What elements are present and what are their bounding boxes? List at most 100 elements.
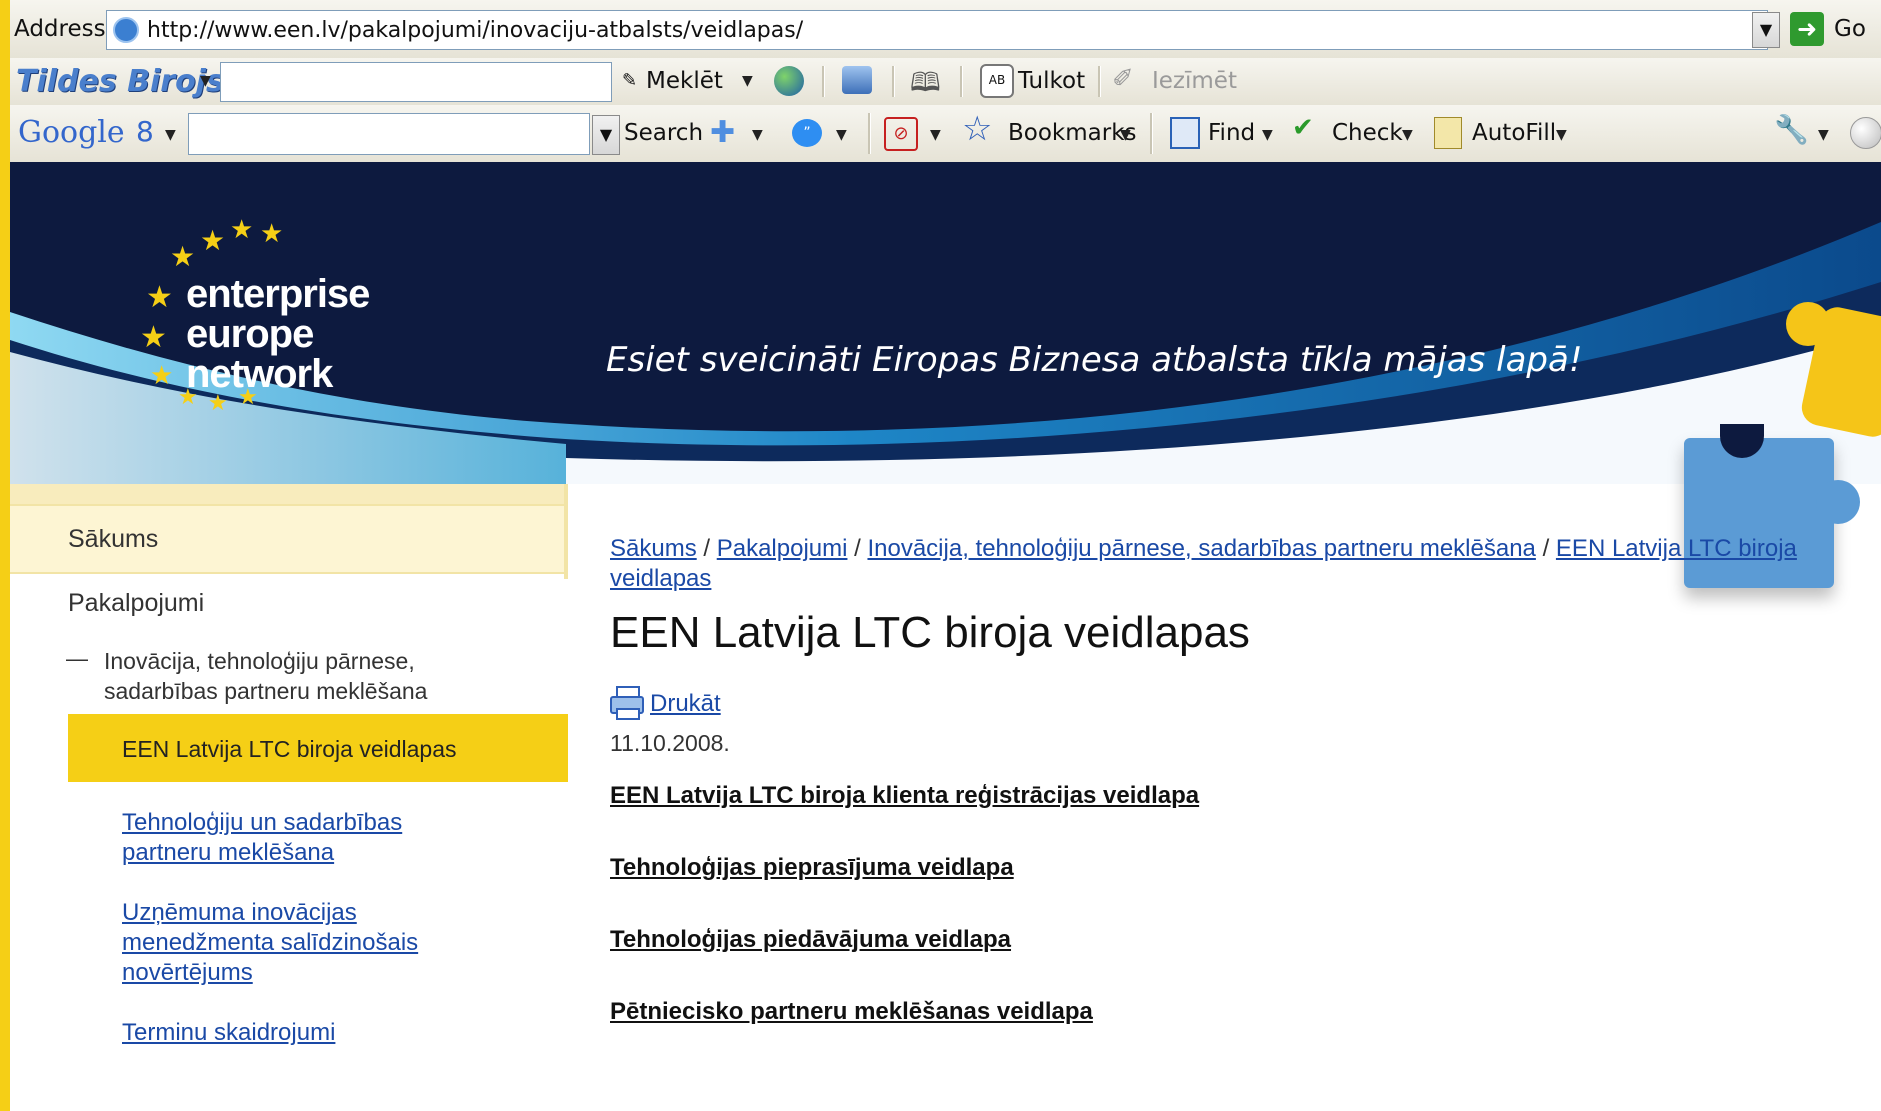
iezimet-button[interactable]: Iezīmēt bbox=[1152, 68, 1237, 94]
settings-circle-icon[interactable] bbox=[1850, 117, 1881, 149]
chevron-down-icon[interactable]: ▼ bbox=[742, 73, 753, 89]
nav-top-band bbox=[10, 484, 566, 504]
chevron-down-icon[interactable]: ▼ bbox=[1120, 127, 1131, 143]
een-logo[interactable]: ★ ★ ★ ★ ★ ★ ★ ★ ★ ★ enterprise europe ne… bbox=[130, 214, 440, 415]
nav-sub-terms[interactable]: Terminu skaidrojumi bbox=[122, 1018, 335, 1048]
eu-star-icon: ★ bbox=[146, 281, 173, 314]
tildes-logo[interactable]: Tildes Birojs bbox=[16, 64, 224, 99]
plus-icon[interactable]: ✚ bbox=[710, 115, 735, 150]
eu-star-icon: ★ bbox=[140, 321, 167, 354]
google-search-input[interactable] bbox=[188, 113, 590, 155]
chevron-down-icon[interactable]: ▼ bbox=[165, 127, 176, 143]
eu-star-icon: ★ bbox=[170, 241, 196, 272]
url-text: http://www.een.lv/pakalpojumi/inovaciju-… bbox=[147, 18, 804, 43]
chevron-down-icon[interactable]: ▼ bbox=[1556, 127, 1567, 143]
form-link-research-partner[interactable]: Pētniecisko partneru meklēšanas veidlapa bbox=[610, 998, 1093, 1026]
chevron-down-icon[interactable]: ▼ bbox=[1402, 127, 1413, 143]
chevron-down-icon[interactable]: ▼ bbox=[1818, 127, 1829, 143]
nav-sub-tech-search-1[interactable]: Tehnoloģiju un sadarbības bbox=[122, 808, 402, 838]
print-link[interactable]: Drukāt bbox=[650, 690, 721, 718]
breadcrumb-sep: / bbox=[854, 535, 861, 562]
nav-divider bbox=[564, 484, 568, 579]
go-arrow-icon[interactable]: ➜ bbox=[1790, 12, 1824, 46]
nav-active-label[interactable]: EEN Latvija LTC biroja veidlapas bbox=[122, 734, 457, 764]
address-label: Address bbox=[14, 16, 106, 42]
popup-blocker-icon[interactable]: ⊘ bbox=[884, 117, 918, 151]
chevron-down-icon[interactable]: ▼ bbox=[1262, 127, 1273, 143]
star-icon[interactable]: ☆ bbox=[962, 109, 992, 149]
address-bar: Address http://www.een.lv/pakalpojumi/in… bbox=[10, 0, 1881, 59]
nav-innovation-line1[interactable]: Inovācija, tehnoloģiju pārnese, bbox=[104, 646, 415, 676]
nav-dash: — bbox=[66, 646, 88, 671]
chat-icon[interactable]: ” bbox=[792, 119, 822, 147]
find-button[interactable]: Find bbox=[1208, 120, 1255, 146]
chevron-down-icon[interactable]: ▼ bbox=[752, 127, 763, 143]
ie-page-icon bbox=[113, 17, 139, 43]
form-link-tech-offer[interactable]: Tehnoloģijas piedāvājuma veidlapa bbox=[610, 926, 1011, 954]
chevron-down-icon[interactable]: ▼ bbox=[200, 73, 211, 89]
pencil-icon: ✐ bbox=[1112, 64, 1134, 94]
eu-star-icon: ★ bbox=[150, 360, 174, 390]
breadcrumb-current-cont[interactable]: veidlapas bbox=[610, 565, 711, 592]
tulkot-button[interactable]: Tulkot bbox=[1018, 68, 1085, 94]
blue-puzzle-knob bbox=[1816, 480, 1860, 524]
spellcheck-icon[interactable]: ✔ bbox=[1292, 113, 1314, 143]
bookmarks-button[interactable]: Bookmarks bbox=[1008, 120, 1137, 146]
breadcrumb-home[interactable]: Sākums bbox=[610, 535, 697, 562]
google-g-icon[interactable]: 8 bbox=[136, 115, 154, 148]
welcome-text: Esiet sveicināti Eiropas Biznesa atbalst… bbox=[606, 340, 1583, 380]
tildes-search-input[interactable] bbox=[220, 62, 612, 102]
breadcrumb: Sākums / Pakalpojumi / Inovācija, tehnol… bbox=[610, 534, 1870, 594]
site-banner: ★ ★ ★ ★ ★ ★ ★ ★ ★ ★ enterprise europe ne… bbox=[10, 162, 1881, 484]
meklet-button[interactable]: Meklēt bbox=[646, 68, 723, 94]
address-input[interactable]: http://www.een.lv/pakalpojumi/inovaciju-… bbox=[106, 10, 1768, 50]
search-button[interactable]: Search bbox=[624, 120, 703, 146]
breadcrumb-services[interactable]: Pakalpojumi bbox=[717, 535, 848, 562]
side-navigation: Sākums Pakalpojumi — Inovācija, tehnoloģ… bbox=[10, 484, 568, 1111]
breadcrumb-sep: / bbox=[1542, 535, 1550, 562]
printer-icon[interactable] bbox=[610, 686, 644, 720]
globe-icon[interactable] bbox=[774, 66, 804, 96]
nav-sub-benchmark-3[interactable]: novērtējums bbox=[122, 958, 253, 988]
form-link-tech-request[interactable]: Tehnoloģijas pieprasījuma veidlapa bbox=[610, 854, 1014, 882]
logo-europe: europe bbox=[186, 312, 314, 356]
autofill-button[interactable]: AutoFill bbox=[1472, 120, 1556, 146]
page-title: EEN Latvija LTC biroja veidlapas bbox=[610, 608, 1250, 657]
publish-date: 11.10.2008. bbox=[610, 730, 730, 756]
eu-star-icon: ★ bbox=[260, 218, 284, 248]
google-logo: Google bbox=[18, 115, 125, 150]
nav-sub-benchmark-1[interactable]: Uzņēmuma inovācijas bbox=[122, 898, 357, 928]
wrench-icon[interactable]: 🔧 bbox=[1774, 113, 1809, 146]
go-button[interactable]: Go bbox=[1834, 16, 1866, 42]
google-toolbar: Google 8 ▼ ▼ Search ✚ ▼ ” ▼ ⊘ ▼ ☆ Bookma… bbox=[10, 105, 1881, 163]
find-icon[interactable] bbox=[1170, 117, 1200, 149]
nav-item-active[interactable]: EEN Latvija LTC biroja veidlapas bbox=[68, 714, 568, 782]
chevron-down-icon[interactable]: ▼ bbox=[836, 127, 847, 143]
tildes-toolbar: Tildes Birojs ▼ ✎ Meklēt ▼ 🕮 AB Tulkot ✐… bbox=[10, 58, 1881, 106]
breadcrumb-current[interactable]: EEN Latvija LTC biroja bbox=[1556, 535, 1797, 562]
eu-star-icon: ★ bbox=[200, 225, 226, 256]
web-page: ★ ★ ★ ★ ★ ★ ★ ★ ★ ★ enterprise europe ne… bbox=[10, 162, 1881, 1111]
nav-home-row[interactable]: Sākums bbox=[10, 504, 566, 574]
nav-sub-tech-search-2[interactable]: partneru meklēšana bbox=[122, 838, 334, 868]
form-link-registration[interactable]: EEN Latvija LTC biroja klienta reģistrāc… bbox=[610, 782, 1199, 810]
quote-icon: ✎ bbox=[622, 70, 638, 91]
logo-enterprise: enterprise bbox=[186, 272, 370, 316]
yellow-puzzle-knob bbox=[1786, 302, 1830, 346]
search-dropdown-button[interactable]: ▼ bbox=[592, 115, 620, 155]
chevron-down-icon[interactable]: ▼ bbox=[930, 127, 941, 143]
breadcrumb-innovation[interactable]: Inovācija, tehnoloģiju pārnese, sadarbīb… bbox=[867, 535, 1535, 562]
check-button[interactable]: Check bbox=[1332, 120, 1403, 146]
breadcrumb-sep: / bbox=[703, 535, 711, 562]
nav-innovation-line2[interactable]: sadarbības partneru meklēšana bbox=[104, 676, 427, 706]
nav-sub-benchmark-2[interactable]: menedžmenta salīdzinošais bbox=[122, 928, 418, 958]
nav-home[interactable]: Sākums bbox=[68, 524, 158, 554]
autofill-icon[interactable] bbox=[1434, 117, 1462, 149]
translate-icon[interactable]: AB bbox=[980, 64, 1014, 98]
address-dropdown-button[interactable]: ▼ bbox=[1752, 12, 1780, 48]
book-icon[interactable]: 🕮 bbox=[910, 64, 941, 108]
logo-network: network bbox=[186, 352, 333, 396]
eu-star-icon: ★ bbox=[230, 214, 254, 244]
nav-services[interactable]: Pakalpojumi bbox=[68, 588, 204, 618]
monitor-icon[interactable] bbox=[842, 66, 872, 94]
